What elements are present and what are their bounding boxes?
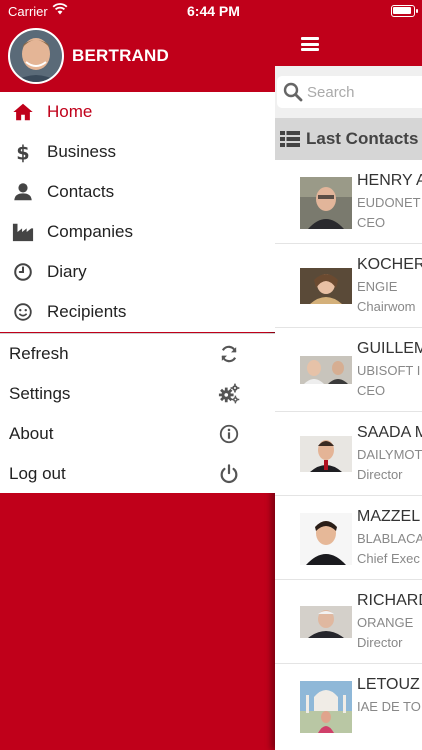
main-panel: Last Contacts HENRY A EUDONET CEO KOCHER…: [275, 0, 422, 750]
contact-row[interactable]: SAADA M DAILYMOT Director: [275, 412, 422, 496]
menu-item-recipients[interactable]: Recipients: [0, 292, 275, 332]
user-name: BERTRAND: [72, 46, 169, 65]
action-label: Settings: [9, 384, 71, 403]
smiley-icon: [14, 303, 32, 321]
contact-role: CEO: [357, 383, 386, 398]
menu-item-contacts[interactable]: Contacts: [0, 172, 275, 212]
contact-photo: [300, 177, 352, 229]
settings-button[interactable]: Settings: [0, 374, 275, 414]
contact-name: SAADA M: [357, 424, 422, 441]
menu-label: Companies: [47, 222, 133, 241]
contact-name: HENRY A: [357, 172, 422, 189]
search-bar: [275, 66, 422, 118]
menu-item-companies[interactable]: Companies: [0, 212, 275, 252]
contact-row[interactable]: GUILLEM UBISOFT I CEO: [275, 328, 422, 412]
status-time: 6:44 PM: [187, 3, 240, 19]
contact-company: IAE DE TO: [357, 699, 421, 714]
contact-company: ENGIE: [357, 279, 398, 294]
action-label: Refresh: [9, 344, 69, 363]
menu-icon[interactable]: [301, 37, 319, 51]
contact-name: KOCHER: [357, 256, 422, 273]
contact-company: UBISOFT I: [357, 363, 421, 378]
about-button[interactable]: About: [0, 414, 275, 454]
svg-text:$: $: [16, 141, 29, 163]
search-box[interactable]: [277, 76, 422, 108]
gears-icon: [218, 383, 240, 404]
wifi-icon: [52, 3, 68, 15]
contact-role: CEO: [357, 215, 386, 230]
logout-button[interactable]: Log out: [0, 454, 275, 494]
factory-icon: [12, 223, 34, 242]
menu-item-business[interactable]: $ Business: [0, 132, 275, 172]
contact-name: RICHARD: [357, 592, 422, 609]
menu-label: Business: [47, 142, 116, 161]
contact-role: Chief Exec: [357, 551, 420, 566]
action-list: Refresh Settings About Log out: [0, 333, 275, 493]
power-icon: [220, 464, 238, 484]
search-input[interactable]: [307, 82, 417, 102]
contact-photo: [300, 681, 352, 733]
contact-company: DAILYMOT: [357, 447, 422, 462]
contact-row[interactable]: KOCHER ENGIE Chairwom: [275, 244, 422, 328]
contact-name: LETOUZ: [357, 676, 420, 693]
contact-photo: [300, 606, 352, 638]
contact-photo: [300, 356, 352, 384]
dollar-icon: $: [16, 141, 29, 163]
nav-menu: Home $ Business Contacts Companies Diary…: [0, 92, 275, 332]
refresh-button[interactable]: Refresh: [0, 334, 275, 374]
contact-name: MAZZEL: [357, 508, 421, 525]
menu-label: Home: [47, 102, 93, 121]
user-photo: [10, 30, 62, 82]
contact-photo: [300, 436, 352, 472]
contact-row[interactable]: LETOUZ IAE DE TO: [275, 664, 422, 748]
search-icon: [283, 82, 303, 102]
refresh-icon: [221, 345, 237, 363]
menu-item-diary[interactable]: Diary: [0, 252, 275, 292]
contact-company: ORANGE: [357, 615, 414, 630]
person-icon: [14, 183, 32, 201]
list-icon: [280, 131, 300, 147]
home-icon: [13, 103, 33, 121]
menu-label: Diary: [47, 262, 87, 281]
carrier-label: Carrier: [8, 4, 48, 19]
contact-role: Director: [357, 635, 403, 650]
status-bar: Carrier 6:44 PM: [0, 0, 422, 22]
contact-row[interactable]: MAZZEL BLABLACA Chief Exec: [275, 496, 422, 580]
contact-company: BLABLACA: [357, 531, 422, 546]
action-label: Log out: [9, 464, 66, 483]
clock-icon: [14, 263, 32, 281]
action-label: About: [9, 424, 54, 443]
menu-label: Recipients: [47, 302, 127, 321]
contact-role: Director: [357, 467, 403, 482]
menu-item-home[interactable]: Home: [0, 92, 275, 132]
contact-company: EUDONET: [357, 195, 421, 210]
section-title: Last Contacts: [306, 129, 419, 148]
contact-row[interactable]: RICHARD ORANGE Director: [275, 580, 422, 664]
contact-name: GUILLEM: [357, 340, 422, 357]
contact-photo: [300, 513, 352, 565]
menu-label: Contacts: [47, 182, 115, 201]
contact-row[interactable]: HENRY A EUDONET CEO: [275, 160, 422, 244]
info-icon: [219, 424, 239, 444]
last-contacts-header: Last Contacts: [275, 118, 422, 160]
contact-role: Chairwom: [357, 299, 416, 314]
battery-icon: [391, 5, 418, 17]
contact-photo: [300, 268, 352, 304]
avatar[interactable]: [8, 28, 64, 84]
